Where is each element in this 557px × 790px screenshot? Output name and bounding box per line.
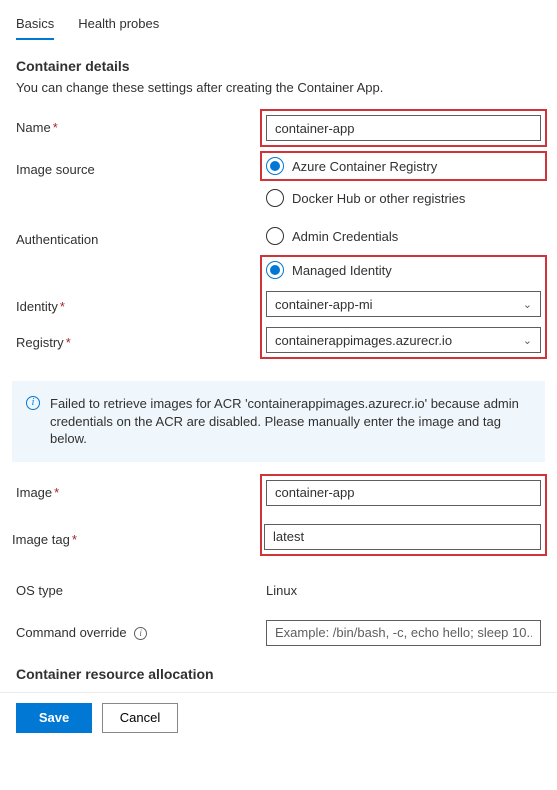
image-label: Image* — [16, 480, 266, 500]
name-input[interactable] — [266, 115, 541, 141]
os-type-label: OS type — [16, 578, 266, 598]
registry-value: containerappimages.azurecr.io — [275, 333, 452, 348]
image-tag-label: Image tag* — [10, 527, 260, 547]
resource-allocation-title: Container resource allocation — [16, 666, 541, 682]
radio-admin-credentials[interactable]: Admin Credentials — [266, 227, 541, 245]
registry-label: Registry* — [14, 330, 264, 350]
info-icon: i — [26, 396, 40, 410]
highlight-auth-identity-registry: Managed Identity Identity* container-app… — [260, 255, 547, 359]
identity-select[interactable]: container-app-mi ⌄ — [266, 291, 541, 317]
info-message-text: Failed to retrieve images for ACR 'conta… — [50, 395, 531, 448]
name-label: Name* — [16, 115, 266, 135]
authentication-label: Authentication — [16, 227, 266, 247]
os-type-value: Linux — [266, 578, 541, 598]
save-button[interactable]: Save — [16, 703, 92, 733]
tab-basics[interactable]: Basics — [16, 12, 54, 39]
radio-icon — [266, 227, 284, 245]
tab-health-probes[interactable]: Health probes — [78, 12, 159, 39]
info-icon[interactable]: i — [134, 627, 147, 640]
radio-icon — [266, 189, 284, 207]
command-override-input[interactable] — [266, 620, 541, 646]
identity-value: container-app-mi — [275, 297, 373, 312]
radio-icon — [266, 261, 284, 279]
command-override-label: Command override i — [16, 620, 266, 640]
chevron-down-icon: ⌄ — [523, 334, 532, 347]
section-description: You can change these settings after crea… — [16, 80, 541, 95]
footer: Save Cancel — [0, 692, 557, 743]
radio-managed-identity[interactable]: Managed Identity — [266, 261, 541, 279]
image-source-label: Image source — [16, 157, 266, 177]
radio-acr-label: Azure Container Registry — [292, 159, 437, 174]
tabs: Basics Health probes — [16, 12, 541, 40]
radio-managed-label: Managed Identity — [292, 263, 392, 278]
highlight-image-source: Azure Container Registry — [260, 151, 547, 181]
radio-admin-label: Admin Credentials — [292, 229, 398, 244]
radio-acr[interactable]: Azure Container Registry — [266, 157, 541, 175]
section-title: Container details — [16, 58, 541, 74]
radio-dockerhub-label: Docker Hub or other registries — [292, 191, 465, 206]
highlight-image-tag: Image tag* — [260, 474, 547, 556]
chevron-down-icon: ⌄ — [523, 298, 532, 311]
registry-select[interactable]: containerappimages.azurecr.io ⌄ — [266, 327, 541, 353]
image-input[interactable] — [266, 480, 541, 506]
radio-icon — [266, 157, 284, 175]
radio-dockerhub[interactable]: Docker Hub or other registries — [266, 189, 541, 207]
image-tag-input[interactable] — [264, 524, 541, 550]
cancel-button[interactable]: Cancel — [102, 703, 178, 733]
identity-label: Identity* — [14, 294, 264, 314]
highlight-name — [260, 109, 547, 147]
info-message: i Failed to retrieve images for ACR 'con… — [12, 381, 545, 462]
